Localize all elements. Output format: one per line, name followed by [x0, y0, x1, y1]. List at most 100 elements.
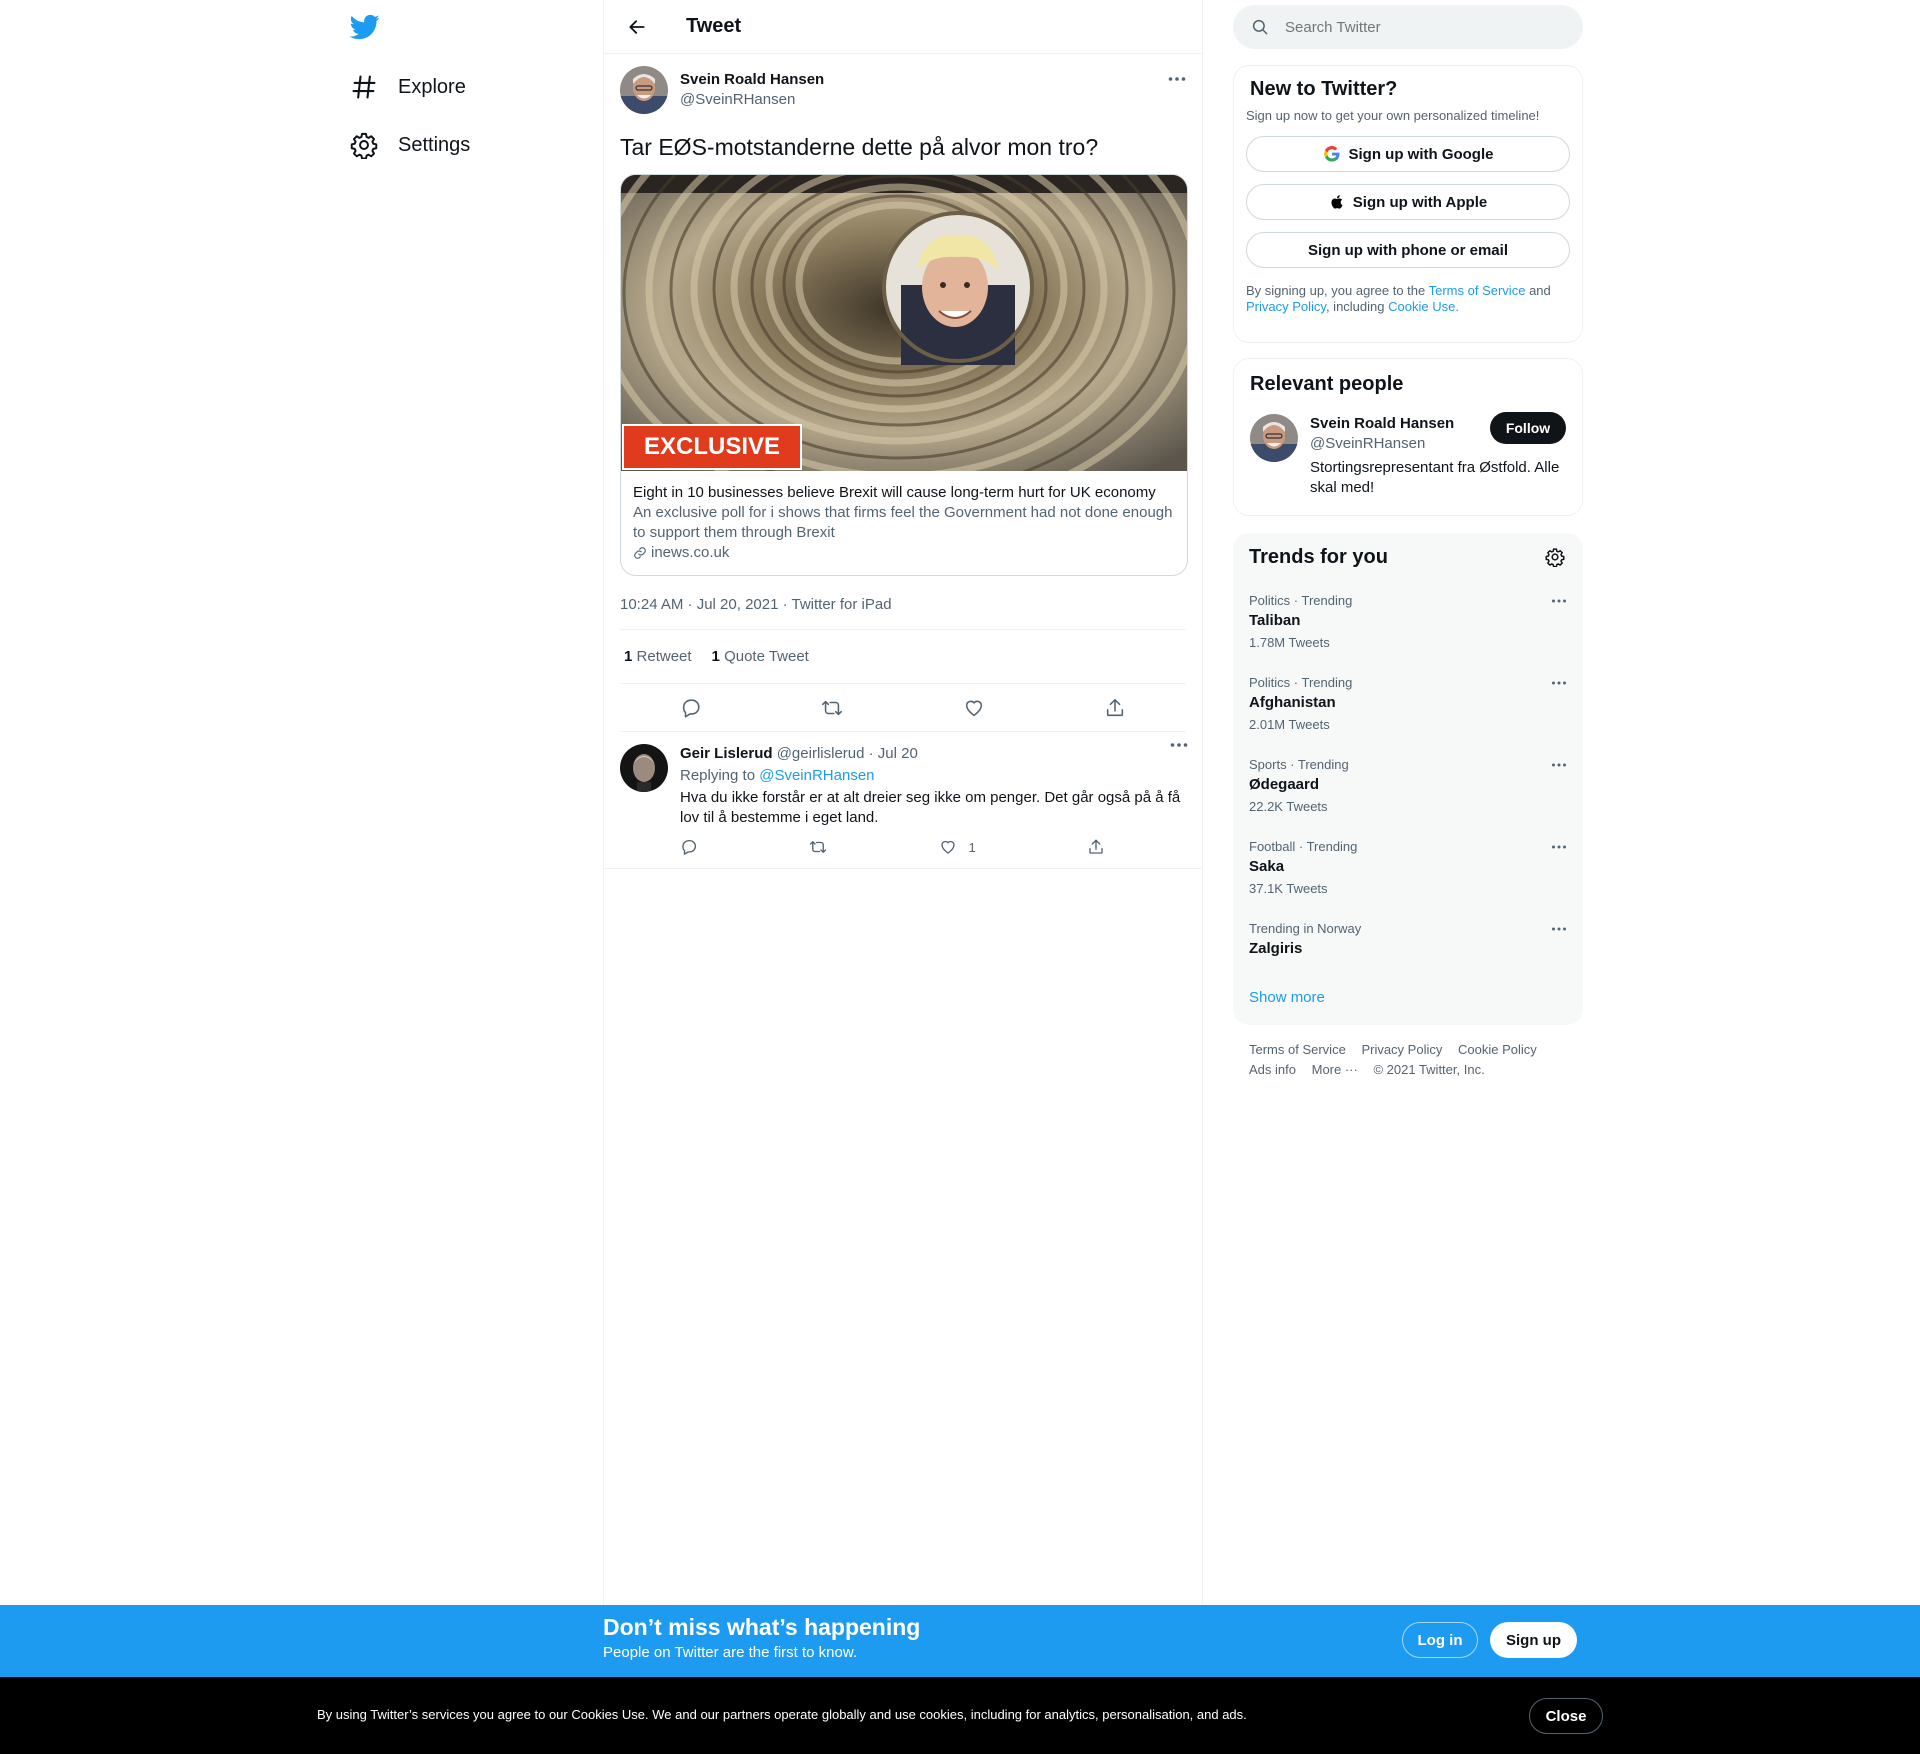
- trend-item[interactable]: Football · Trending Saka 37.1K Tweets: [1233, 839, 1583, 921]
- footer-ads-link[interactable]: Ads info: [1249, 1062, 1296, 1077]
- reply-author-handle[interactable]: @geirlislerud: [777, 745, 865, 762]
- search-box[interactable]: [1233, 5, 1583, 49]
- trend-item[interactable]: Politics · Trending Taliban 1.78M Tweets: [1233, 593, 1583, 675]
- reply-tweet[interactable]: Geir Lislerud @geirlislerud · Jul 20 Rep…: [604, 732, 1202, 869]
- share-icon[interactable]: [1098, 691, 1132, 725]
- card-description: An exclusive poll for i shows that firms…: [633, 504, 1173, 541]
- tweet-actions: [620, 684, 1186, 732]
- twitter-logo-icon[interactable]: [350, 12, 382, 44]
- trend-count: 22.2K Tweets: [1249, 799, 1328, 814]
- main-column: Tweet Svein Roald Hansen @SveinRHansen T…: [603, 0, 1203, 1754]
- tweet-text: Tar EØS-motstanderne dette på alvor mon …: [620, 134, 1099, 160]
- cookie-link[interactable]: Cookie Use.: [1388, 299, 1459, 314]
- trend-meta: Politics · Trending: [1249, 675, 1353, 690]
- quote-tweets-stat[interactable]: 1 Quote Tweet: [712, 648, 809, 665]
- follow-button[interactable]: Follow: [1490, 412, 1566, 444]
- trend-more-icon[interactable]: [1551, 839, 1567, 855]
- trend-name: Ødegaard: [1249, 776, 1320, 793]
- trend-name: Taliban: [1249, 612, 1301, 629]
- reply-more-icon[interactable]: [1170, 742, 1188, 748]
- trend-more-icon[interactable]: [1551, 593, 1567, 609]
- cookie-close-button[interactable]: Close: [1529, 1698, 1603, 1734]
- cookie-banner: By using Twitter’s services you agree to…: [0, 1677, 1920, 1754]
- reply-reply-icon[interactable]: [680, 838, 698, 856]
- more-icon[interactable]: [1166, 68, 1188, 90]
- quotes-label: Quote Tweet: [724, 648, 809, 665]
- legal-including: , including: [1325, 299, 1385, 314]
- tweet-timestamp[interactable]: 10:24 AM · Jul 20, 2021 · Twitter for iP…: [620, 592, 1186, 630]
- back-button[interactable]: [620, 10, 654, 44]
- signup-panel: New to Twitter? Sign up now to get your …: [1233, 65, 1583, 343]
- signup-apple-button[interactable]: Sign up with Apple: [1246, 184, 1570, 220]
- trend-count: 2.01M Tweets: [1249, 717, 1330, 732]
- reply-author-name[interactable]: Geir Lislerud: [680, 745, 773, 762]
- retweets-stat[interactable]: 1 Retweet: [624, 648, 692, 665]
- quotes-count: 1: [711, 648, 720, 665]
- reply-retweet-icon[interactable]: [809, 838, 827, 856]
- footer-privacy-link[interactable]: Privacy Policy: [1361, 1042, 1442, 1057]
- tweet-stats: 1 Retweet 1 Quote Tweet: [620, 630, 1186, 684]
- relevant-bio: Stortingsrepresentant fra Østfold. Alle …: [1310, 459, 1560, 496]
- trend-meta: Trending in Norway: [1249, 921, 1362, 936]
- cookie-text: By using Twitter’s services you agree to…: [317, 1707, 1247, 1722]
- author-handle[interactable]: @SveinRHansen: [680, 90, 824, 110]
- trend-name: Afghanistan: [1249, 694, 1336, 711]
- trend-more-icon[interactable]: [1551, 675, 1567, 691]
- trends-panel: Trends for you Politics · Trending Talib…: [1233, 533, 1583, 1025]
- reply-share-icon[interactable]: [1087, 838, 1105, 856]
- trends-title: Trends for you: [1249, 546, 1388, 568]
- signup-button[interactable]: Sign up: [1490, 1622, 1577, 1658]
- trends-show-more[interactable]: Show more: [1249, 989, 1325, 1006]
- footer-cookie-link[interactable]: Cookie Policy: [1458, 1042, 1537, 1057]
- google-icon: [1323, 146, 1339, 162]
- replying-to-link[interactable]: @SveinRHansen: [759, 767, 874, 784]
- reply-date[interactable]: · Jul 20: [869, 745, 918, 762]
- card-domain: inews.co.uk: [633, 543, 1175, 563]
- reply-icon[interactable]: [674, 691, 708, 725]
- nav-explore-label: Explore: [398, 75, 466, 98]
- author-name[interactable]: Svein Roald Hansen: [680, 70, 824, 90]
- login-button[interactable]: Log in: [1402, 1622, 1478, 1658]
- signup-panel-title: New to Twitter?: [1250, 78, 1398, 100]
- signup-phone-label: Sign up with phone or email: [1307, 241, 1508, 259]
- footer-more-link[interactable]: More ···: [1312, 1062, 1358, 1077]
- like-icon[interactable]: [957, 691, 991, 725]
- trend-item[interactable]: Sports · Trending Ødegaard 22.2K Tweets: [1233, 757, 1583, 839]
- tweet-author[interactable]: Svein Roald Hansen @SveinRHansen: [620, 66, 1186, 114]
- privacy-link[interactable]: Privacy Policy: [1246, 299, 1326, 314]
- trend-more-icon[interactable]: [1551, 921, 1567, 937]
- signup-google-label: Sign up with Google: [1348, 145, 1494, 163]
- trend-name: Saka: [1249, 858, 1285, 875]
- retweets-count: 1: [624, 648, 633, 665]
- trend-meta: Football · Trending: [1249, 839, 1358, 854]
- nav-settings[interactable]: Settings: [350, 121, 470, 169]
- link-icon: [634, 547, 646, 559]
- footer-terms-link[interactable]: Terms of Service: [1249, 1042, 1346, 1057]
- legal-prefix: By signing up, you agree to the: [1246, 283, 1426, 298]
- signup-legal-text: By signing up, you agree to the Terms of…: [1234, 283, 1582, 315]
- search-input[interactable]: [1285, 18, 1555, 36]
- hashtag-icon: [350, 73, 378, 101]
- reply-actions: 1: [680, 838, 1105, 856]
- link-card[interactable]: EXCLUSIVE Eight in 10 businesses believe…: [620, 174, 1188, 576]
- terms-link[interactable]: Terms of Service: [1429, 283, 1526, 298]
- relevant-person[interactable]: Svein Roald Hansen @SveinRHansen Stortin…: [1234, 412, 1582, 498]
- avatar[interactable]: [620, 66, 668, 114]
- trend-meta: Politics · Trending: [1249, 593, 1353, 608]
- retweet-icon[interactable]: [815, 691, 849, 725]
- signup-google-button[interactable]: Sign up with Google: [1246, 136, 1570, 172]
- reply-like-button[interactable]: 1: [939, 838, 976, 856]
- trend-item[interactable]: Trending in Norway Zalgiris: [1233, 921, 1583, 981]
- relevant-avatar[interactable]: [1250, 414, 1298, 462]
- sidebar-footer: Terms of Service Privacy Policy Cookie P…: [1249, 1040, 1549, 1080]
- relevant-people-panel: Relevant people Svein Roald Hansen @Svei…: [1233, 358, 1583, 516]
- reply-like-count: 1: [968, 839, 976, 855]
- trend-more-icon[interactable]: [1551, 757, 1567, 773]
- signup-phone-email-button[interactable]: Sign up with phone or email: [1246, 232, 1570, 268]
- card-body: Eight in 10 businesses believe Brexit wi…: [621, 471, 1187, 575]
- nav-explore[interactable]: Explore: [350, 63, 466, 111]
- signup-banner: Don’t miss what’s happening People on Tw…: [0, 1605, 1920, 1677]
- trend-item[interactable]: Politics · Trending Afghanistan 2.01M Tw…: [1233, 675, 1583, 757]
- reply-avatar[interactable]: [620, 744, 668, 792]
- trends-settings-icon[interactable]: [1543, 545, 1567, 569]
